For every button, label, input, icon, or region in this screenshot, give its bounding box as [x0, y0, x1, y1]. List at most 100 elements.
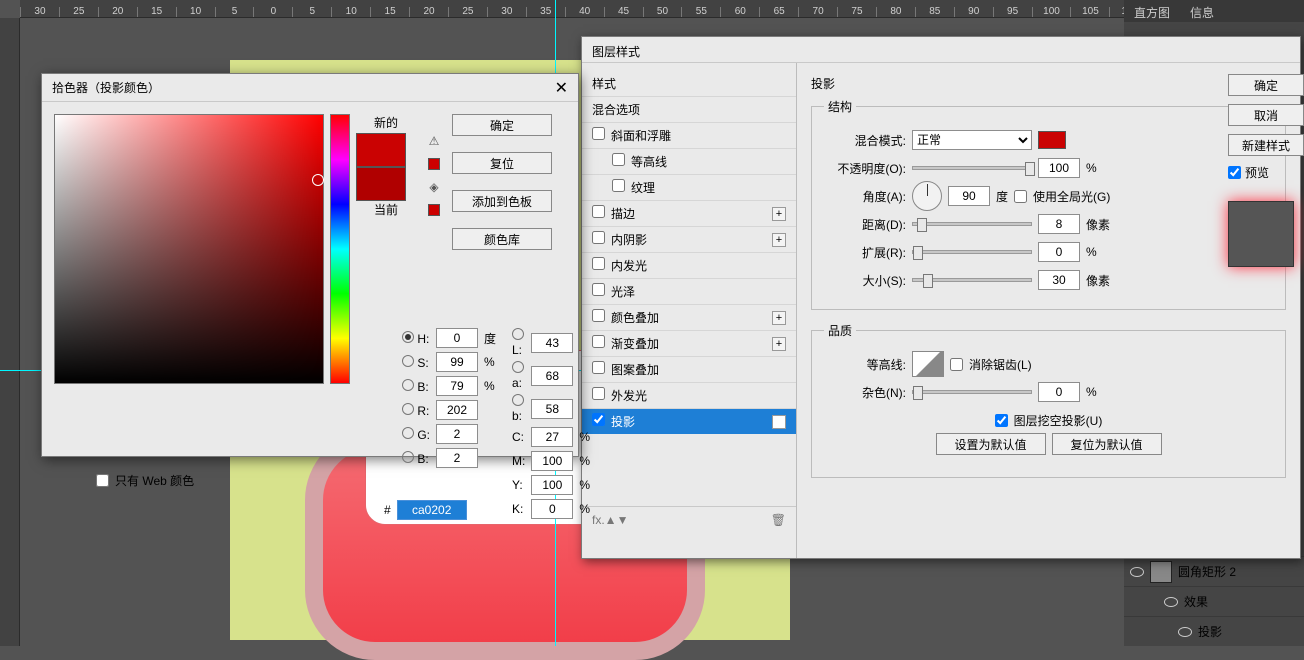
visibility-icon[interactable]	[1164, 597, 1178, 607]
style-grad-overlay[interactable]: 渐变叠加+	[582, 330, 796, 356]
b-input[interactable]	[531, 399, 573, 419]
style-satin[interactable]: 光泽	[582, 278, 796, 304]
bv-input[interactable]	[436, 376, 478, 396]
add-icon[interactable]: +	[772, 207, 786, 221]
color-field[interactable]	[54, 114, 324, 384]
spread-slider[interactable]	[912, 250, 1032, 254]
style-inner-shadow[interactable]: 内阴影+	[582, 226, 796, 252]
m-input[interactable]	[531, 451, 573, 471]
knockout-check[interactable]	[995, 414, 1008, 427]
size-input[interactable]	[1038, 270, 1080, 290]
reset-button[interactable]: 复位	[452, 152, 552, 174]
radio-r[interactable]	[402, 403, 414, 415]
noise-slider[interactable]	[912, 390, 1032, 394]
noise-input[interactable]	[1038, 382, 1080, 402]
layer-fx-row[interactable]: 效果	[1124, 586, 1304, 616]
style-coloroverlay-check[interactable]	[592, 309, 605, 322]
distance-slider[interactable]	[912, 222, 1032, 226]
current-color-swatch[interactable]	[356, 167, 406, 201]
style-stroke[interactable]: 描边+	[582, 200, 796, 226]
l-input[interactable]	[531, 333, 573, 353]
antialias-check[interactable]	[950, 358, 963, 371]
down-icon[interactable]: ▼	[617, 513, 629, 527]
reset-default-button[interactable]: 复位为默认值	[1052, 433, 1162, 455]
radio-l[interactable]	[512, 328, 524, 340]
style-outerglow-check[interactable]	[592, 387, 605, 400]
websafe-swatch[interactable]	[428, 204, 440, 216]
style-blend-options[interactable]: 混合选项	[582, 96, 796, 122]
color-cursor[interactable]	[312, 174, 324, 186]
up-icon[interactable]: ▲	[605, 513, 617, 527]
add-icon[interactable]: +	[772, 337, 786, 351]
style-patternoverlay-check[interactable]	[592, 361, 605, 374]
radio-bc[interactable]	[402, 451, 414, 463]
contour-picker[interactable]	[912, 351, 944, 377]
style-drop-shadow[interactable]: 投影+	[582, 408, 796, 434]
ok-button[interactable]: 确定	[452, 114, 552, 136]
h-input[interactable]	[436, 328, 478, 348]
shadow-color-swatch[interactable]	[1038, 131, 1066, 149]
y-input[interactable]	[531, 475, 573, 495]
color-libraries-button[interactable]: 颜色库	[452, 228, 552, 250]
style-inner-glow[interactable]: 内发光	[582, 252, 796, 278]
angle-dial[interactable]	[912, 181, 942, 211]
style-bevel-check[interactable]	[592, 127, 605, 140]
radio-g[interactable]	[402, 427, 414, 439]
radio-b[interactable]	[512, 394, 524, 406]
style-texture[interactable]: 纹理	[582, 174, 796, 200]
ok-button[interactable]: 确定	[1228, 74, 1304, 96]
style-innershadow-check[interactable]	[592, 231, 605, 244]
gamut-warning-icon[interactable]: ⚠	[429, 134, 440, 148]
a-input[interactable]	[531, 366, 573, 386]
style-contour-check[interactable]	[612, 153, 625, 166]
fx-icon[interactable]: fx.	[592, 513, 605, 527]
opacity-slider[interactable]	[912, 166, 1032, 170]
close-icon[interactable]: ✕	[555, 78, 568, 98]
style-color-overlay[interactable]: 颜色叠加+	[582, 304, 796, 330]
bc-input[interactable]	[436, 448, 478, 468]
cancel-button[interactable]: 取消	[1228, 104, 1304, 126]
websafe-warning-icon[interactable]: ◈	[429, 180, 438, 194]
style-contour[interactable]: 等高线	[582, 148, 796, 174]
angle-input[interactable]	[948, 186, 990, 206]
style-bevel[interactable]: 斜面和浮雕	[582, 122, 796, 148]
visibility-icon[interactable]	[1130, 567, 1144, 577]
style-pattern-overlay[interactable]: 图案叠加	[582, 356, 796, 382]
radio-s[interactable]	[402, 355, 414, 367]
c-input[interactable]	[531, 427, 573, 447]
add-swatch-button[interactable]: 添加到色板	[452, 190, 552, 212]
style-dropshadow-check[interactable]	[592, 413, 605, 426]
global-light-check[interactable]	[1014, 190, 1027, 203]
gamut-swatch[interactable]	[428, 158, 440, 170]
add-icon[interactable]: +	[772, 311, 786, 325]
hue-slider[interactable]	[330, 114, 350, 384]
radio-a[interactable]	[512, 361, 524, 373]
trash-icon[interactable]: 🗑	[771, 513, 786, 527]
style-innerglow-check[interactable]	[592, 257, 605, 270]
style-gradoverlay-check[interactable]	[592, 335, 605, 348]
layer-thumb[interactable]	[1150, 561, 1172, 583]
tab-histogram[interactable]: 直方图	[1124, 0, 1180, 22]
g-input[interactable]	[436, 424, 478, 444]
opacity-input[interactable]	[1038, 158, 1080, 178]
layer-fx-dropshadow[interactable]: 投影	[1124, 616, 1304, 646]
web-only-check[interactable]	[96, 474, 109, 487]
tab-info[interactable]: 信息	[1180, 0, 1224, 22]
style-texture-check[interactable]	[612, 179, 625, 192]
blend-mode-select[interactable]: 正常	[912, 130, 1032, 150]
make-default-button[interactable]: 设置为默认值	[936, 433, 1046, 455]
hex-input[interactable]	[397, 500, 467, 520]
radio-bv[interactable]	[402, 379, 414, 391]
spread-input[interactable]	[1038, 242, 1080, 262]
add-icon[interactable]: +	[772, 415, 786, 429]
new-style-button[interactable]: 新建样式	[1228, 134, 1304, 156]
layer-row[interactable]: 圆角矩形 2	[1124, 556, 1304, 586]
distance-input[interactable]	[1038, 214, 1080, 234]
r-input[interactable]	[436, 400, 478, 420]
visibility-icon[interactable]	[1178, 627, 1192, 637]
style-stroke-check[interactable]	[592, 205, 605, 218]
radio-h[interactable]	[402, 331, 414, 343]
size-slider[interactable]	[912, 278, 1032, 282]
s-input[interactable]	[436, 352, 478, 372]
k-input[interactable]	[531, 499, 573, 519]
